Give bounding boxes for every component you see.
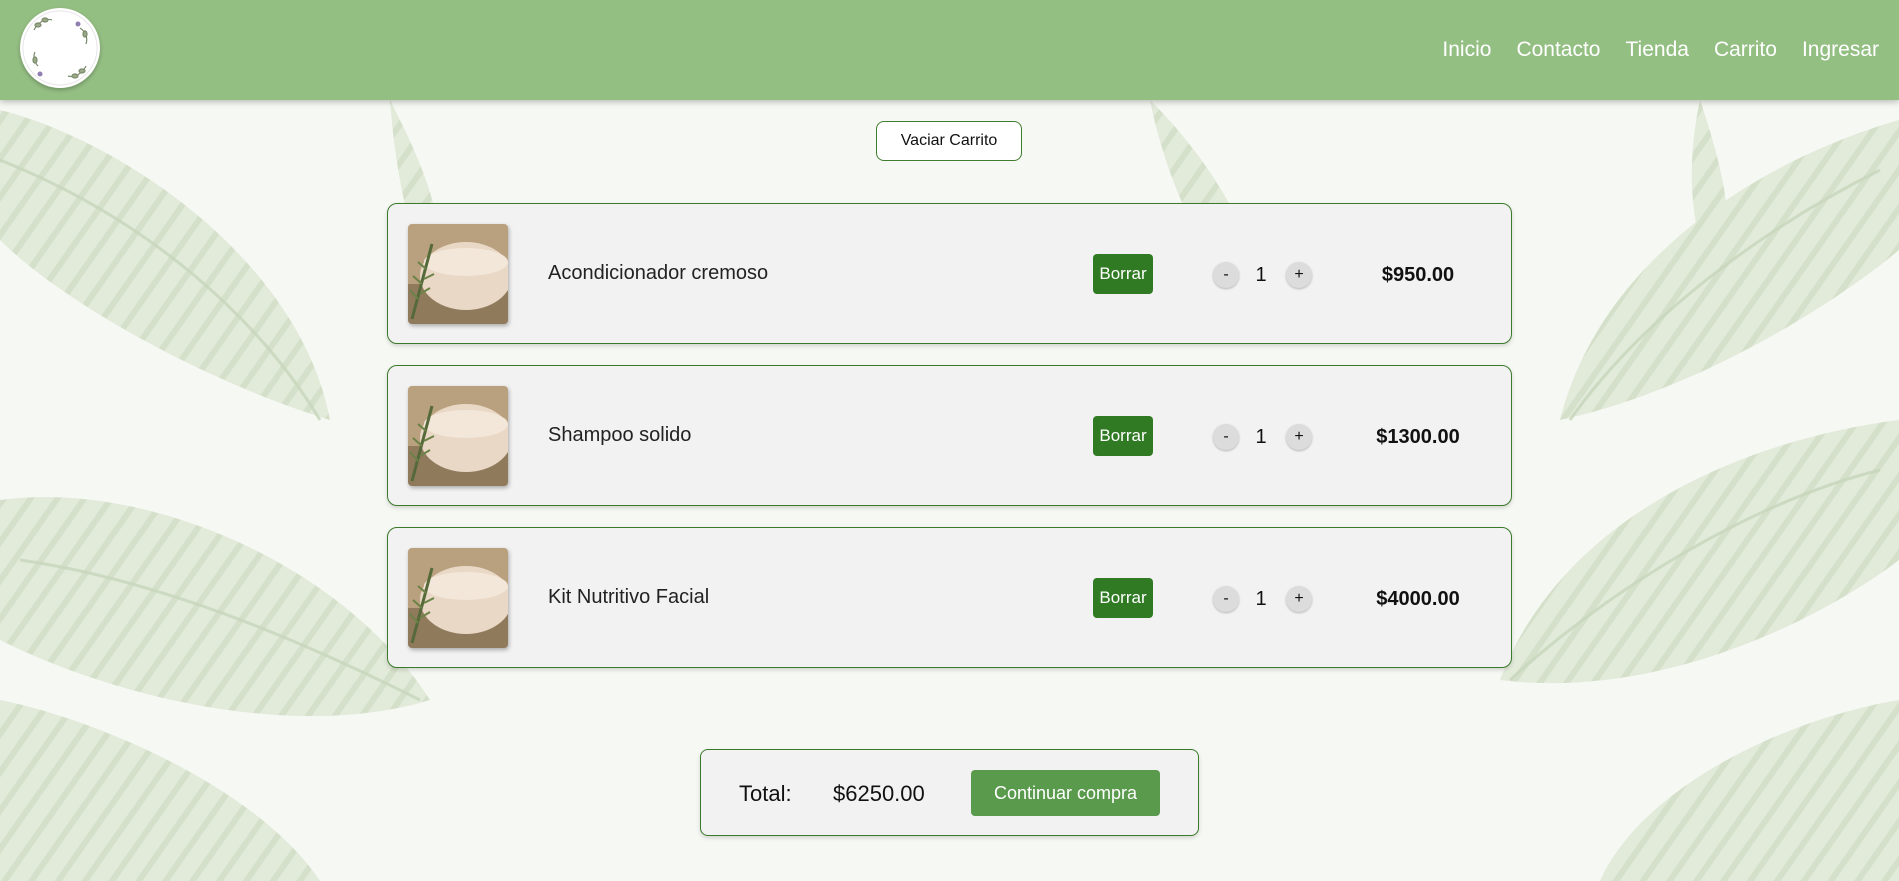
product-image [408,386,508,486]
cart-item: Acondicionador cremoso Borrar - 1 + $950… [387,203,1512,344]
empty-cart-button[interactable]: Vaciar Carrito [876,121,1022,161]
product-image [408,548,508,648]
main-nav: Inicio Contacto Tienda Carrito Ingresar [1442,0,1879,100]
decrease-quantity-button[interactable]: - [1213,424,1239,450]
nav-carrito[interactable]: Carrito [1714,38,1777,62]
product-image [408,224,508,324]
product-price: $950.00 [1381,264,1455,286]
decrease-quantity-button[interactable]: - [1213,262,1239,288]
nav-inicio[interactable]: Inicio [1442,38,1491,62]
nav-contacto[interactable]: Contacto [1516,38,1600,62]
total-label: Total: [739,781,792,806]
brand-logo[interactable] [20,8,100,88]
cart-item: Shampoo solido Borrar - 1 + $1300.00 [387,365,1512,506]
increase-quantity-button[interactable]: + [1286,586,1312,612]
product-price: $4000.00 [1376,588,1460,610]
decrease-quantity-button[interactable]: - [1213,586,1239,612]
cart-item: Kit Nutritivo Facial Borrar - 1 + $4000.… [387,527,1512,668]
increase-quantity-button[interactable]: + [1286,424,1312,450]
delete-item-button[interactable]: Borrar [1093,578,1153,618]
cart-total-box: Total: $6250.00 Continuar compra [700,749,1199,836]
total-value: $6250.00 [833,781,925,806]
delete-item-button[interactable]: Borrar [1093,416,1153,456]
nav-ingresar[interactable]: Ingresar [1802,38,1879,62]
product-price: $1300.00 [1376,426,1460,448]
quantity-value: 1 [1255,588,1267,610]
continue-purchase-button[interactable]: Continuar compra [971,770,1160,816]
delete-item-button[interactable]: Borrar [1093,254,1153,294]
product-name: Shampoo solido [548,424,692,446]
quantity-value: 1 [1255,426,1267,448]
quantity-value: 1 [1255,264,1267,286]
top-navbar: Inicio Contacto Tienda Carrito Ingresar [0,0,1899,100]
nav-tienda[interactable]: Tienda [1626,38,1689,62]
increase-quantity-button[interactable]: + [1286,262,1312,288]
product-name: Acondicionador cremoso [548,262,769,284]
product-name: Kit Nutritivo Facial [548,586,710,608]
